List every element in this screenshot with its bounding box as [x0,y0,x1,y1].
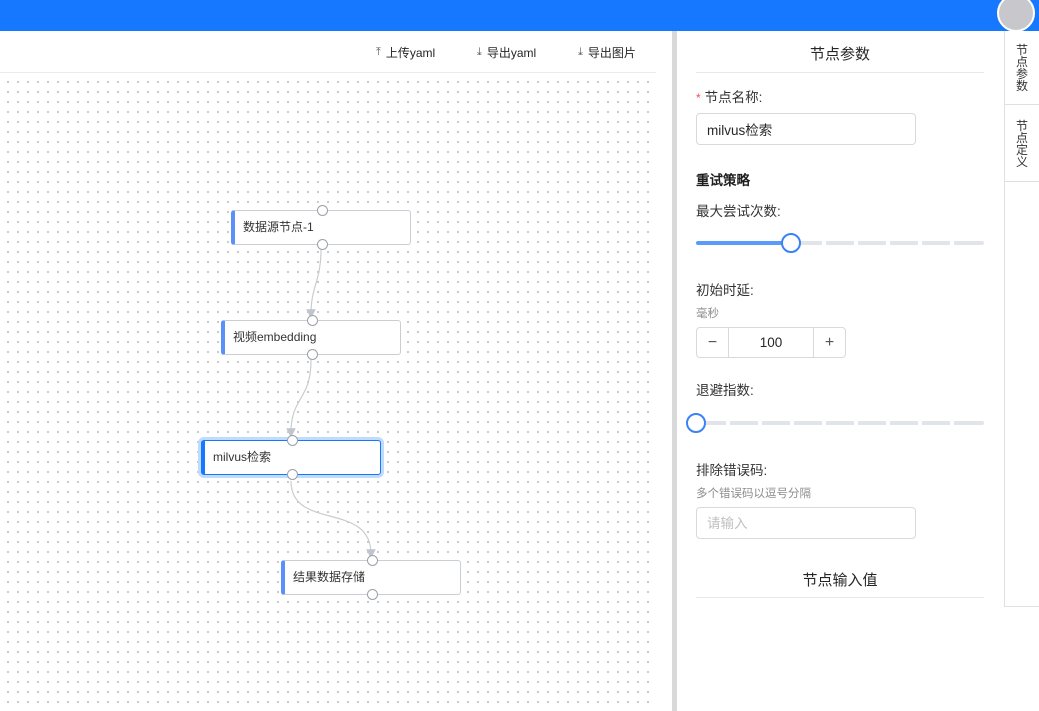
retry-section-heading: 重试策略 [696,173,750,188]
backoff-label: 退避指数: [696,383,754,398]
node-name-label: * 节点名称: [696,86,762,106]
max-attempts-label: 最大尝试次数: [696,204,781,219]
node-label: 数据源节点-1 [243,220,314,234]
tab-label: 节点参数 [1016,43,1029,93]
tab-divider [1005,104,1039,105]
max-attempts-slider[interactable] [696,233,984,253]
flow-node-selected[interactable]: milvus检索 [201,435,381,480]
tab-node-params[interactable]: 节点参数 [1005,44,1039,92]
dot-grid[interactable] [0,74,656,711]
upload-yaml-button[interactable]: ⤒ 上传yaml [376,44,435,61]
tab-divider [1005,181,1039,182]
tab-node-definition[interactable]: 节点定义 [1005,120,1039,168]
export-yaml-button[interactable]: ⤓ 导出yaml [477,44,536,61]
node-name-input[interactable] [696,113,916,145]
decrement-button[interactable]: − [697,328,729,357]
flow-node[interactable]: 数据源节点-1 [231,205,411,250]
node-input-port[interactable] [367,555,378,566]
exclude-codes-hint: 多个错误码以逗号分隔 [696,488,811,500]
backoff-slider[interactable] [686,413,984,433]
export-image-button[interactable]: ⤓ 导出图片 [578,44,636,61]
node-input-port[interactable] [307,315,318,326]
initial-delay-stepper: − 100 + [696,327,846,358]
export-yaml-label: 导出yaml [486,46,537,60]
upload-yaml-label: 上传yaml [385,46,436,60]
user-avatar[interactable] [997,0,1035,32]
initial-delay-unit: 毫秒 [696,308,719,320]
exclude-codes-label: 排除错误码: [696,463,768,478]
exclude-codes-input[interactable] [696,507,916,539]
node-output-port[interactable] [367,589,378,600]
required-mark: * [696,91,701,105]
export-image-label: 导出图片 [587,46,636,60]
download-icon: ⤓ [477,46,482,58]
panel-title: 节点参数 [809,46,870,63]
slider-handle[interactable] [781,233,801,253]
initial-delay-label: 初始时延: [696,283,754,298]
download-icon: ⤓ [578,46,583,58]
vertical-tabs: 节点参数 节点定义 [1004,31,1039,607]
node-input-port[interactable] [287,435,298,446]
node-output-port[interactable] [317,239,328,250]
canvas-toolbar: ⤒ 上传yaml ⤓ 导出yaml ⤓ 导出图片 [0,31,672,73]
increment-button[interactable]: + [813,328,845,357]
initial-delay-value[interactable]: 100 [729,328,813,357]
node-name-label-text: 节点名称: [704,90,763,105]
slider-rail [696,421,984,425]
panel-divider [696,597,984,598]
node-label: 视频embedding [233,330,317,344]
flow-node[interactable]: 结果数据存储 [281,555,461,600]
toolbar-divider [0,72,656,73]
node-output-port[interactable] [287,469,298,480]
slider-handle[interactable] [686,413,706,433]
flow-canvas-area: ⤒ 上传yaml ⤓ 导出yaml ⤓ 导出图片 数据源节点-1 视频embed… [0,31,672,711]
node-params-panel: 节点参数 *节点名称: 重试策略 最大尝试次数: 初始时延: 毫秒 − 100 … [677,31,1004,711]
node-label: milvus检索 [213,450,272,464]
tab-label: 节点定义 [1016,119,1029,169]
node-input-port[interactable] [317,205,328,216]
flow-node[interactable]: 视频embedding [221,315,401,360]
node-label: 结果数据存储 [293,570,366,584]
node-input-section-title: 节点输入值 [802,572,878,589]
slider-track [696,241,791,245]
upload-icon: ⤒ [376,46,381,58]
panel-divider [696,72,984,73]
node-output-port[interactable] [307,349,318,360]
top-bar [0,0,1039,32]
